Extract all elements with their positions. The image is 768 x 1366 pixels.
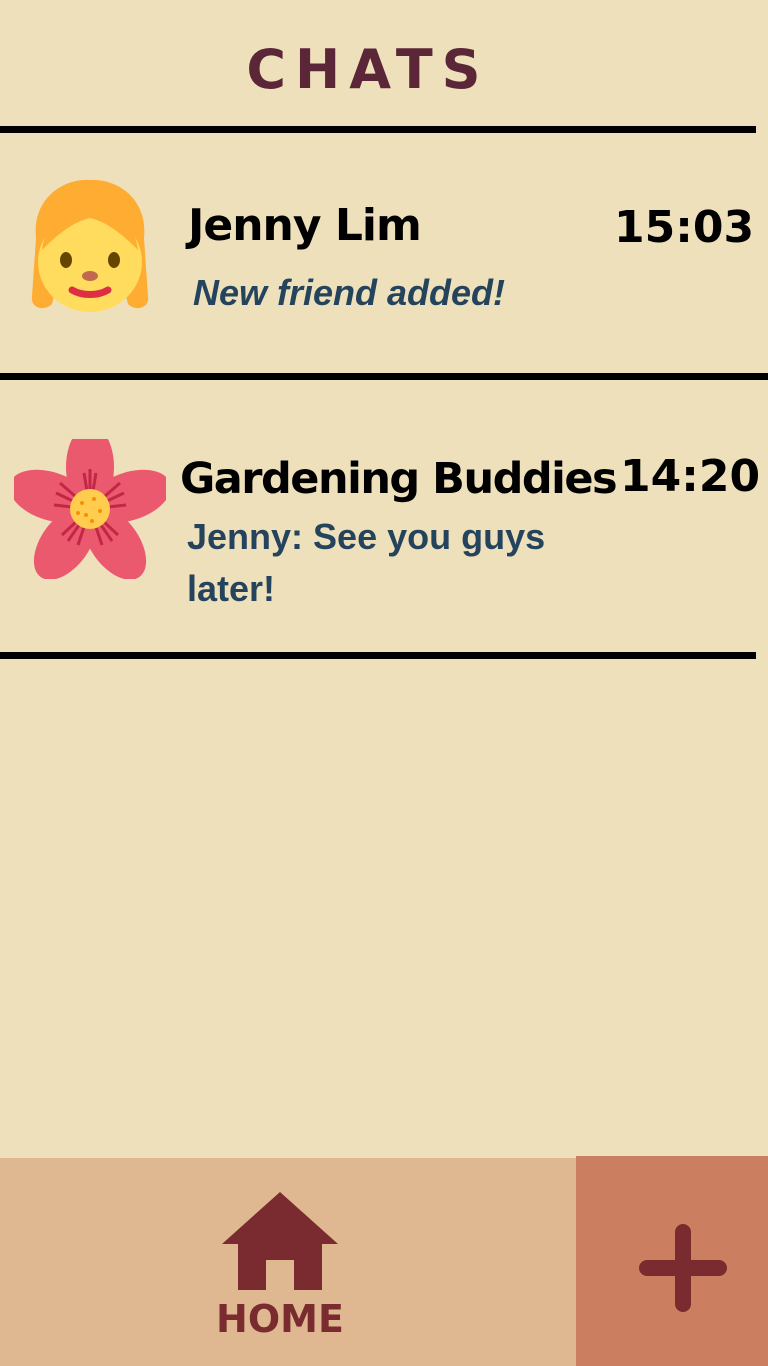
home-label: HOME [216, 1297, 344, 1341]
bottom-nav-bar: HOME [0, 1156, 768, 1366]
flower-icon [9, 425, 171, 580]
chat-preview: New friend added! [193, 272, 506, 313]
chat-preview: Jenny: See you guys later! [187, 516, 546, 609]
divider [0, 126, 756, 133]
chat-time: 14:20 [620, 451, 761, 502]
chat-item-jenny-lim[interactable]: Jenny Lim 15:03 New friend added! [0, 134, 768, 374]
chat-item-gardening-buddies[interactable]: Gardening Buddies 14:20 Jenny: See you g… [0, 381, 768, 651]
plus-icon [639, 1224, 727, 1312]
add-chat-button[interactable] [576, 1156, 768, 1366]
chat-name: Jenny Lim [188, 200, 422, 251]
chat-time: 15:03 [614, 202, 755, 253]
page-title: CHATS [246, 38, 490, 101]
home-button[interactable]: HOME [0, 1158, 576, 1366]
divider [0, 373, 768, 380]
chat-name: Gardening Buddies [180, 454, 618, 504]
girl-emoji-icon [24, 178, 156, 314]
home-icon [222, 1192, 338, 1290]
divider [0, 652, 756, 659]
